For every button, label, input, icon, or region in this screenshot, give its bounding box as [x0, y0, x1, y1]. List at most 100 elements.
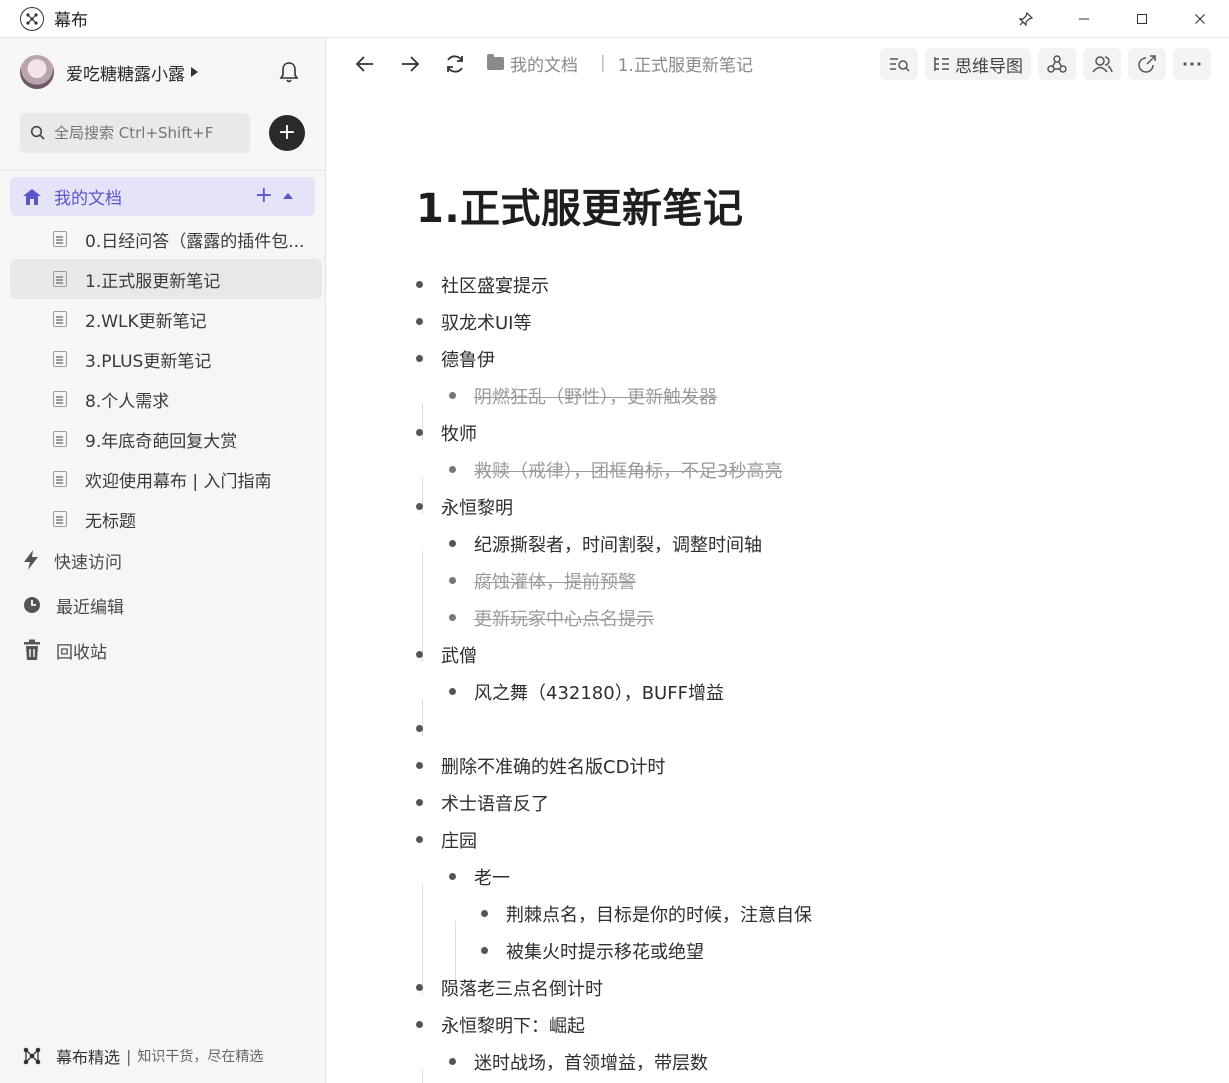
outline-node-text[interactable]: 永恒黎明 — [441, 494, 513, 520]
outline-node[interactable]: 驭龙术UI等 — [416, 303, 531, 340]
minimize-button[interactable] — [1055, 0, 1113, 38]
outline-node[interactable]: 腐蚀灌体，提前预警 — [449, 562, 636, 599]
find-in-doc-button[interactable] — [880, 48, 918, 80]
outline-node[interactable]: 永恒黎明 — [416, 488, 513, 525]
bullet-icon[interactable] — [416, 429, 423, 436]
outline-node-text[interactable]: 庄园 — [441, 827, 477, 853]
mindmap-button[interactable]: 思维导图 — [925, 48, 1031, 80]
outline-node-text[interactable]: 老一 — [474, 864, 510, 890]
bell-icon[interactable] — [278, 60, 300, 84]
outline-node[interactable]: 删除不准确的姓名版CD计时 — [416, 747, 665, 784]
sidebar-item-recent-edits[interactable]: 最近编辑 — [22, 590, 124, 620]
add-new-button[interactable]: + — [269, 115, 305, 151]
outline-node[interactable]: 武僧 — [416, 636, 477, 673]
outline-node[interactable]: 术士语音反了 — [416, 784, 549, 821]
outline-node[interactable]: 永恒黎明下：崛起 — [416, 1006, 585, 1043]
bullet-icon[interactable] — [449, 466, 456, 473]
collaborate-button[interactable] — [1083, 48, 1121, 80]
outline-node[interactable]: 社区盛宴提示 — [416, 266, 549, 303]
outline-node[interactable]: 德鲁伊 — [416, 340, 495, 377]
outline-node[interactable]: 救赎（戒律），团框角标，不足3秒高亮 — [449, 451, 782, 488]
bullet-icon[interactable] — [449, 614, 456, 621]
forward-icon[interactable] — [397, 51, 423, 77]
bullet-icon[interactable] — [416, 762, 423, 769]
bullet-icon[interactable] — [481, 910, 488, 917]
add-doc-button[interactable]: + — [255, 183, 273, 208]
search-input[interactable] — [54, 124, 234, 142]
sidebar-doc-item[interactable]: 0.日经问答（露露的插件包... — [10, 219, 322, 259]
bullet-icon[interactable] — [416, 281, 423, 288]
featured-footer[interactable]: 幕布精选 | 知识干货，尽在精选 — [22, 1043, 263, 1069]
sidebar-doc-item[interactable]: 1.正式服更新笔记 — [10, 259, 322, 299]
sidebar-doc-item[interactable]: 9.年底奇葩回复大赏 — [10, 419, 322, 459]
bullet-icon[interactable] — [416, 725, 423, 732]
refresh-icon[interactable] — [442, 51, 468, 77]
bullet-icon[interactable] — [481, 947, 488, 954]
outline-node-text[interactable]: 驭龙术UI等 — [441, 309, 531, 335]
sidebar-item-trash[interactable]: 回收站 — [22, 635, 107, 665]
export-button[interactable] — [1128, 48, 1166, 80]
more-options-button[interactable] — [1173, 48, 1211, 80]
outline-node[interactable]: 更新玩家中心点名提示 — [449, 599, 654, 636]
outline-node-text[interactable]: 永恒黎明下：崛起 — [441, 1012, 585, 1038]
outline-node-text[interactable]: 风之舞（432180），BUFF增益 — [474, 679, 724, 705]
bullet-icon[interactable] — [416, 355, 423, 362]
bullet-icon[interactable] — [416, 799, 423, 806]
outline-node-text[interactable]: 陨落老三点名倒计时 — [441, 975, 603, 1001]
outline-node[interactable]: 庄园 — [416, 821, 477, 858]
global-search[interactable] — [20, 113, 250, 153]
bullet-icon[interactable] — [416, 1021, 423, 1028]
sidebar-doc-item[interactable]: 欢迎使用幕布 | 入门指南 — [10, 459, 322, 499]
outline-node-text[interactable]: 更新玩家中心点名提示 — [474, 605, 654, 631]
bullet-icon[interactable] — [449, 392, 456, 399]
bullet-icon[interactable] — [416, 503, 423, 510]
outline-node[interactable]: 老一 — [449, 858, 510, 895]
outline-node[interactable]: 纪源撕裂者，时间割裂，调整时间轴 — [449, 525, 762, 562]
bullet-icon[interactable] — [416, 651, 423, 658]
collapse-icon[interactable] — [283, 193, 293, 199]
pin-icon[interactable] — [997, 0, 1055, 38]
outline-node[interactable]: 风之舞（432180），BUFF增益 — [449, 673, 724, 710]
back-icon[interactable] — [352, 51, 378, 77]
sidebar-item-quick-access[interactable]: 快速访问 — [22, 545, 122, 575]
my-docs-folder[interactable]: 我的文档 + — [10, 177, 315, 216]
bullet-icon[interactable] — [416, 318, 423, 325]
outline-node[interactable] — [416, 710, 441, 747]
outline-node-text[interactable]: 救赎（戒律），团框角标，不足3秒高亮 — [474, 457, 782, 483]
outline-node-text[interactable]: 迷时战场，首领增益，带层数 — [474, 1049, 708, 1075]
outline-node[interactable]: 牧师 — [416, 414, 477, 451]
outline-node-text[interactable]: 武僧 — [441, 642, 477, 668]
outline-node[interactable]: 被集火时提示移花或绝望 — [481, 932, 704, 969]
bullet-icon[interactable] — [449, 873, 456, 880]
outline-node-text[interactable]: 被集火时提示移花或绝望 — [506, 938, 704, 964]
outline-node-text[interactable]: 荆棘点名，目标是你的时候，注意自保 — [506, 901, 812, 927]
outline-node-text[interactable]: 阴燃狂乱（野性），更新触发器 — [474, 383, 717, 409]
outline-node-text[interactable]: 腐蚀灌体，提前预警 — [474, 568, 636, 594]
outline-node[interactable]: 陨落老三点名倒计时 — [416, 969, 603, 1006]
bullet-icon[interactable] — [449, 688, 456, 695]
bullet-icon[interactable] — [416, 984, 423, 991]
user-menu[interactable]: 爱吃糖糖露小露 — [20, 52, 310, 92]
sidebar-doc-item[interactable]: 8.个人需求 — [10, 379, 322, 419]
bullet-icon[interactable] — [449, 1058, 456, 1065]
bullet-icon[interactable] — [449, 540, 456, 547]
close-button[interactable] — [1171, 0, 1229, 38]
outline-node-text[interactable]: 牧师 — [441, 420, 477, 446]
sidebar-doc-item[interactable]: 2.WLK更新笔记 — [10, 299, 322, 339]
outline-node-text[interactable]: 术士语音反了 — [441, 790, 549, 816]
outline-node-text[interactable]: 社区盛宴提示 — [441, 272, 549, 298]
bullet-icon[interactable] — [449, 577, 456, 584]
sidebar-doc-item[interactable]: 无标题 — [10, 499, 322, 539]
page-title[interactable]: 1.正式服更新笔记 — [416, 176, 744, 234]
share-network-button[interactable] — [1038, 48, 1076, 80]
outline-node-text[interactable]: 纪源撕裂者，时间割裂，调整时间轴 — [474, 531, 762, 557]
breadcrumb-root[interactable]: 我的文档 — [510, 51, 578, 76]
outline-node[interactable]: 荆棘点名，目标是你的时候，注意自保 — [481, 895, 812, 932]
outline-node-text[interactable]: 德鲁伊 — [441, 346, 495, 372]
bullet-icon[interactable] — [416, 836, 423, 843]
outline-node-text[interactable]: 删除不准确的姓名版CD计时 — [441, 753, 665, 779]
sidebar-doc-item[interactable]: 3.PLUS更新笔记 — [10, 339, 322, 379]
outline-node[interactable]: 迷时战场，首领增益，带层数 — [449, 1043, 708, 1080]
outline-node[interactable]: 阴燃狂乱（野性），更新触发器 — [449, 377, 717, 414]
avatar[interactable] — [20, 55, 54, 89]
